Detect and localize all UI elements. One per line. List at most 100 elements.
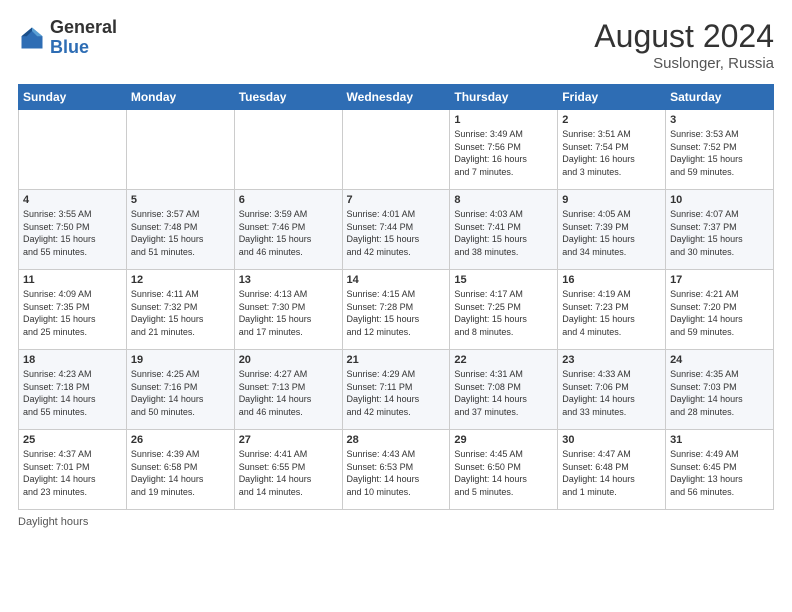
- day-info: Sunrise: 4:25 AM Sunset: 7:16 PM Dayligh…: [131, 368, 230, 418]
- calendar-cell: 14 Sunrise: 4:15 AM Sunset: 7:28 PM Dayli…: [342, 270, 450, 350]
- day-number: 31: [670, 434, 769, 446]
- calendar-cell: 4Sunrise: 3:55 AM Sunset: 7:50 PM Daylig…: [19, 190, 127, 270]
- title-block: August 2024 Suslonger, Russia: [594, 18, 774, 72]
- day-number: 17: [670, 274, 769, 286]
- calendar-week-1: 4Sunrise: 3:55 AM Sunset: 7:50 PM Daylig…: [19, 190, 774, 270]
- page: General Blue August 2024 Suslonger, Russ…: [0, 0, 792, 538]
- day-number: 11: [23, 274, 122, 286]
- calendar-cell: 15 Sunrise: 4:17 AM Sunset: 7:25 PM Dayli…: [450, 270, 558, 350]
- day-number: 16: [562, 274, 661, 286]
- day-info: Sunrise: 4:17 AM Sunset: 7:25 PM Dayligh…: [454, 288, 553, 338]
- calendar-cell: 6 Sunrise: 3:59 AM Sunset: 7:46 PM Daylig…: [234, 190, 342, 270]
- day-info: Sunrise: 4:11 AM Sunset: 7:32 PM Dayligh…: [131, 288, 230, 338]
- day-number: 9: [562, 194, 661, 206]
- day-number: 24: [670, 354, 769, 366]
- calendar-week-0: 1 Sunrise: 3:49 AM Sunset: 7:56 PM Daylig…: [19, 110, 774, 190]
- footer-note: Daylight hours: [18, 516, 774, 528]
- column-header-tuesday: Tuesday: [234, 85, 342, 110]
- day-number: 25: [23, 434, 122, 446]
- day-info: Sunrise: 4:45 AM Sunset: 6:50 PM Dayligh…: [454, 448, 553, 498]
- calendar-cell: 11 Sunrise: 4:09 AM Sunset: 7:35 PM Dayli…: [19, 270, 127, 350]
- calendar-cell: 28 Sunrise: 4:43 AM Sunset: 6:53 PM Dayli…: [342, 430, 450, 510]
- day-number: 13: [239, 274, 338, 286]
- day-info: Sunrise: 4:43 AM Sunset: 6:53 PM Dayligh…: [347, 448, 446, 498]
- calendar-table: SundayMondayTuesdayWednesdayThursdayFrid…: [18, 84, 774, 510]
- month-year: August 2024: [594, 18, 774, 55]
- calendar-cell: 19Sunrise: 4:25 AM Sunset: 7:16 PM Dayli…: [126, 350, 234, 430]
- calendar-cell: 24 Sunrise: 4:35 AM Sunset: 7:03 PM Dayli…: [666, 350, 774, 430]
- day-number: 27: [239, 434, 338, 446]
- logo-text: General Blue: [50, 18, 117, 58]
- day-info: Sunrise: 4:21 AM Sunset: 7:20 PM Dayligh…: [670, 288, 769, 338]
- calendar-cell: 21Sunrise: 4:29 AM Sunset: 7:11 PM Dayli…: [342, 350, 450, 430]
- header: General Blue August 2024 Suslonger, Russ…: [18, 18, 774, 72]
- calendar-cell: 2 Sunrise: 3:51 AM Sunset: 7:54 PM Daylig…: [558, 110, 666, 190]
- column-header-wednesday: Wednesday: [342, 85, 450, 110]
- calendar-cell: 1 Sunrise: 3:49 AM Sunset: 7:56 PM Daylig…: [450, 110, 558, 190]
- column-header-saturday: Saturday: [666, 85, 774, 110]
- calendar-cell: [342, 110, 450, 190]
- day-number: 15: [454, 274, 553, 286]
- day-number: 3: [670, 114, 769, 126]
- calendar-cell: 31 Sunrise: 4:49 AM Sunset: 6:45 PM Dayli…: [666, 430, 774, 510]
- calendar-cell: 3 Sunrise: 3:53 AM Sunset: 7:52 PM Daylig…: [666, 110, 774, 190]
- day-number: 6: [239, 194, 338, 206]
- day-info: Sunrise: 4:47 AM Sunset: 6:48 PM Dayligh…: [562, 448, 661, 498]
- day-info: Sunrise: 4:15 AM Sunset: 7:28 PM Dayligh…: [347, 288, 446, 338]
- logo-icon: [18, 24, 46, 52]
- calendar-week-3: 18 Sunrise: 4:23 AM Sunset: 7:18 PM Dayli…: [19, 350, 774, 430]
- calendar-cell: 25 Sunrise: 4:37 AM Sunset: 7:01 PM Dayli…: [19, 430, 127, 510]
- day-info: Sunrise: 3:49 AM Sunset: 7:56 PM Dayligh…: [454, 128, 553, 178]
- day-info: Sunrise: 4:35 AM Sunset: 7:03 PM Dayligh…: [670, 368, 769, 418]
- calendar-header-row: SundayMondayTuesdayWednesdayThursdayFrid…: [19, 85, 774, 110]
- day-number: 21: [347, 354, 446, 366]
- calendar-cell: 12 Sunrise: 4:11 AM Sunset: 7:32 PM Dayli…: [126, 270, 234, 350]
- day-info: Sunrise: 4:07 AM Sunset: 7:37 PM Dayligh…: [670, 208, 769, 258]
- logo: General Blue: [18, 18, 117, 58]
- day-number: 10: [670, 194, 769, 206]
- calendar-week-2: 11 Sunrise: 4:09 AM Sunset: 7:35 PM Dayli…: [19, 270, 774, 350]
- calendar-cell: [234, 110, 342, 190]
- calendar-week-4: 25 Sunrise: 4:37 AM Sunset: 7:01 PM Dayli…: [19, 430, 774, 510]
- calendar-cell: 30 Sunrise: 4:47 AM Sunset: 6:48 PM Dayli…: [558, 430, 666, 510]
- logo-general: General: [50, 17, 117, 37]
- calendar-cell: 5 Sunrise: 3:57 AM Sunset: 7:48 PM Daylig…: [126, 190, 234, 270]
- day-info: Sunrise: 4:33 AM Sunset: 7:06 PM Dayligh…: [562, 368, 661, 418]
- calendar-cell: 29 Sunrise: 4:45 AM Sunset: 6:50 PM Dayli…: [450, 430, 558, 510]
- day-info: Sunrise: 4:23 AM Sunset: 7:18 PM Dayligh…: [23, 368, 122, 418]
- day-number: 18: [23, 354, 122, 366]
- day-number: 5: [131, 194, 230, 206]
- day-number: 8: [454, 194, 553, 206]
- day-info: Sunrise: 4:05 AM Sunset: 7:39 PM Dayligh…: [562, 208, 661, 258]
- day-info: Sunrise: 4:13 AM Sunset: 7:30 PM Dayligh…: [239, 288, 338, 338]
- day-number: 22: [454, 354, 553, 366]
- day-number: 12: [131, 274, 230, 286]
- day-info: Sunrise: 4:39 AM Sunset: 6:58 PM Dayligh…: [131, 448, 230, 498]
- day-info: Sunrise: 4:19 AM Sunset: 7:23 PM Dayligh…: [562, 288, 661, 338]
- day-info: Sunrise: 4:09 AM Sunset: 7:35 PM Dayligh…: [23, 288, 122, 338]
- calendar-cell: 22Sunrise: 4:31 AM Sunset: 7:08 PM Dayli…: [450, 350, 558, 430]
- day-info: Sunrise: 4:37 AM Sunset: 7:01 PM Dayligh…: [23, 448, 122, 498]
- calendar-cell: 9 Sunrise: 4:05 AM Sunset: 7:39 PM Daylig…: [558, 190, 666, 270]
- calendar-cell: [126, 110, 234, 190]
- day-number: 1: [454, 114, 553, 126]
- day-info: Sunrise: 3:57 AM Sunset: 7:48 PM Dayligh…: [131, 208, 230, 258]
- day-number: 7: [347, 194, 446, 206]
- day-number: 2: [562, 114, 661, 126]
- location: Suslonger, Russia: [594, 55, 774, 72]
- calendar-cell: 8Sunrise: 4:03 AM Sunset: 7:41 PM Daylig…: [450, 190, 558, 270]
- column-header-friday: Friday: [558, 85, 666, 110]
- calendar-cell: 18 Sunrise: 4:23 AM Sunset: 7:18 PM Dayli…: [19, 350, 127, 430]
- calendar-cell: 23Sunrise: 4:33 AM Sunset: 7:06 PM Dayli…: [558, 350, 666, 430]
- day-info: Sunrise: 4:49 AM Sunset: 6:45 PM Dayligh…: [670, 448, 769, 498]
- day-number: 4: [23, 194, 122, 206]
- day-number: 29: [454, 434, 553, 446]
- day-number: 26: [131, 434, 230, 446]
- day-number: 20: [239, 354, 338, 366]
- day-info: Sunrise: 3:59 AM Sunset: 7:46 PM Dayligh…: [239, 208, 338, 258]
- day-info: Sunrise: 3:53 AM Sunset: 7:52 PM Dayligh…: [670, 128, 769, 178]
- day-number: 28: [347, 434, 446, 446]
- day-info: Sunrise: 3:51 AM Sunset: 7:54 PM Dayligh…: [562, 128, 661, 178]
- day-number: 14: [347, 274, 446, 286]
- day-number: 30: [562, 434, 661, 446]
